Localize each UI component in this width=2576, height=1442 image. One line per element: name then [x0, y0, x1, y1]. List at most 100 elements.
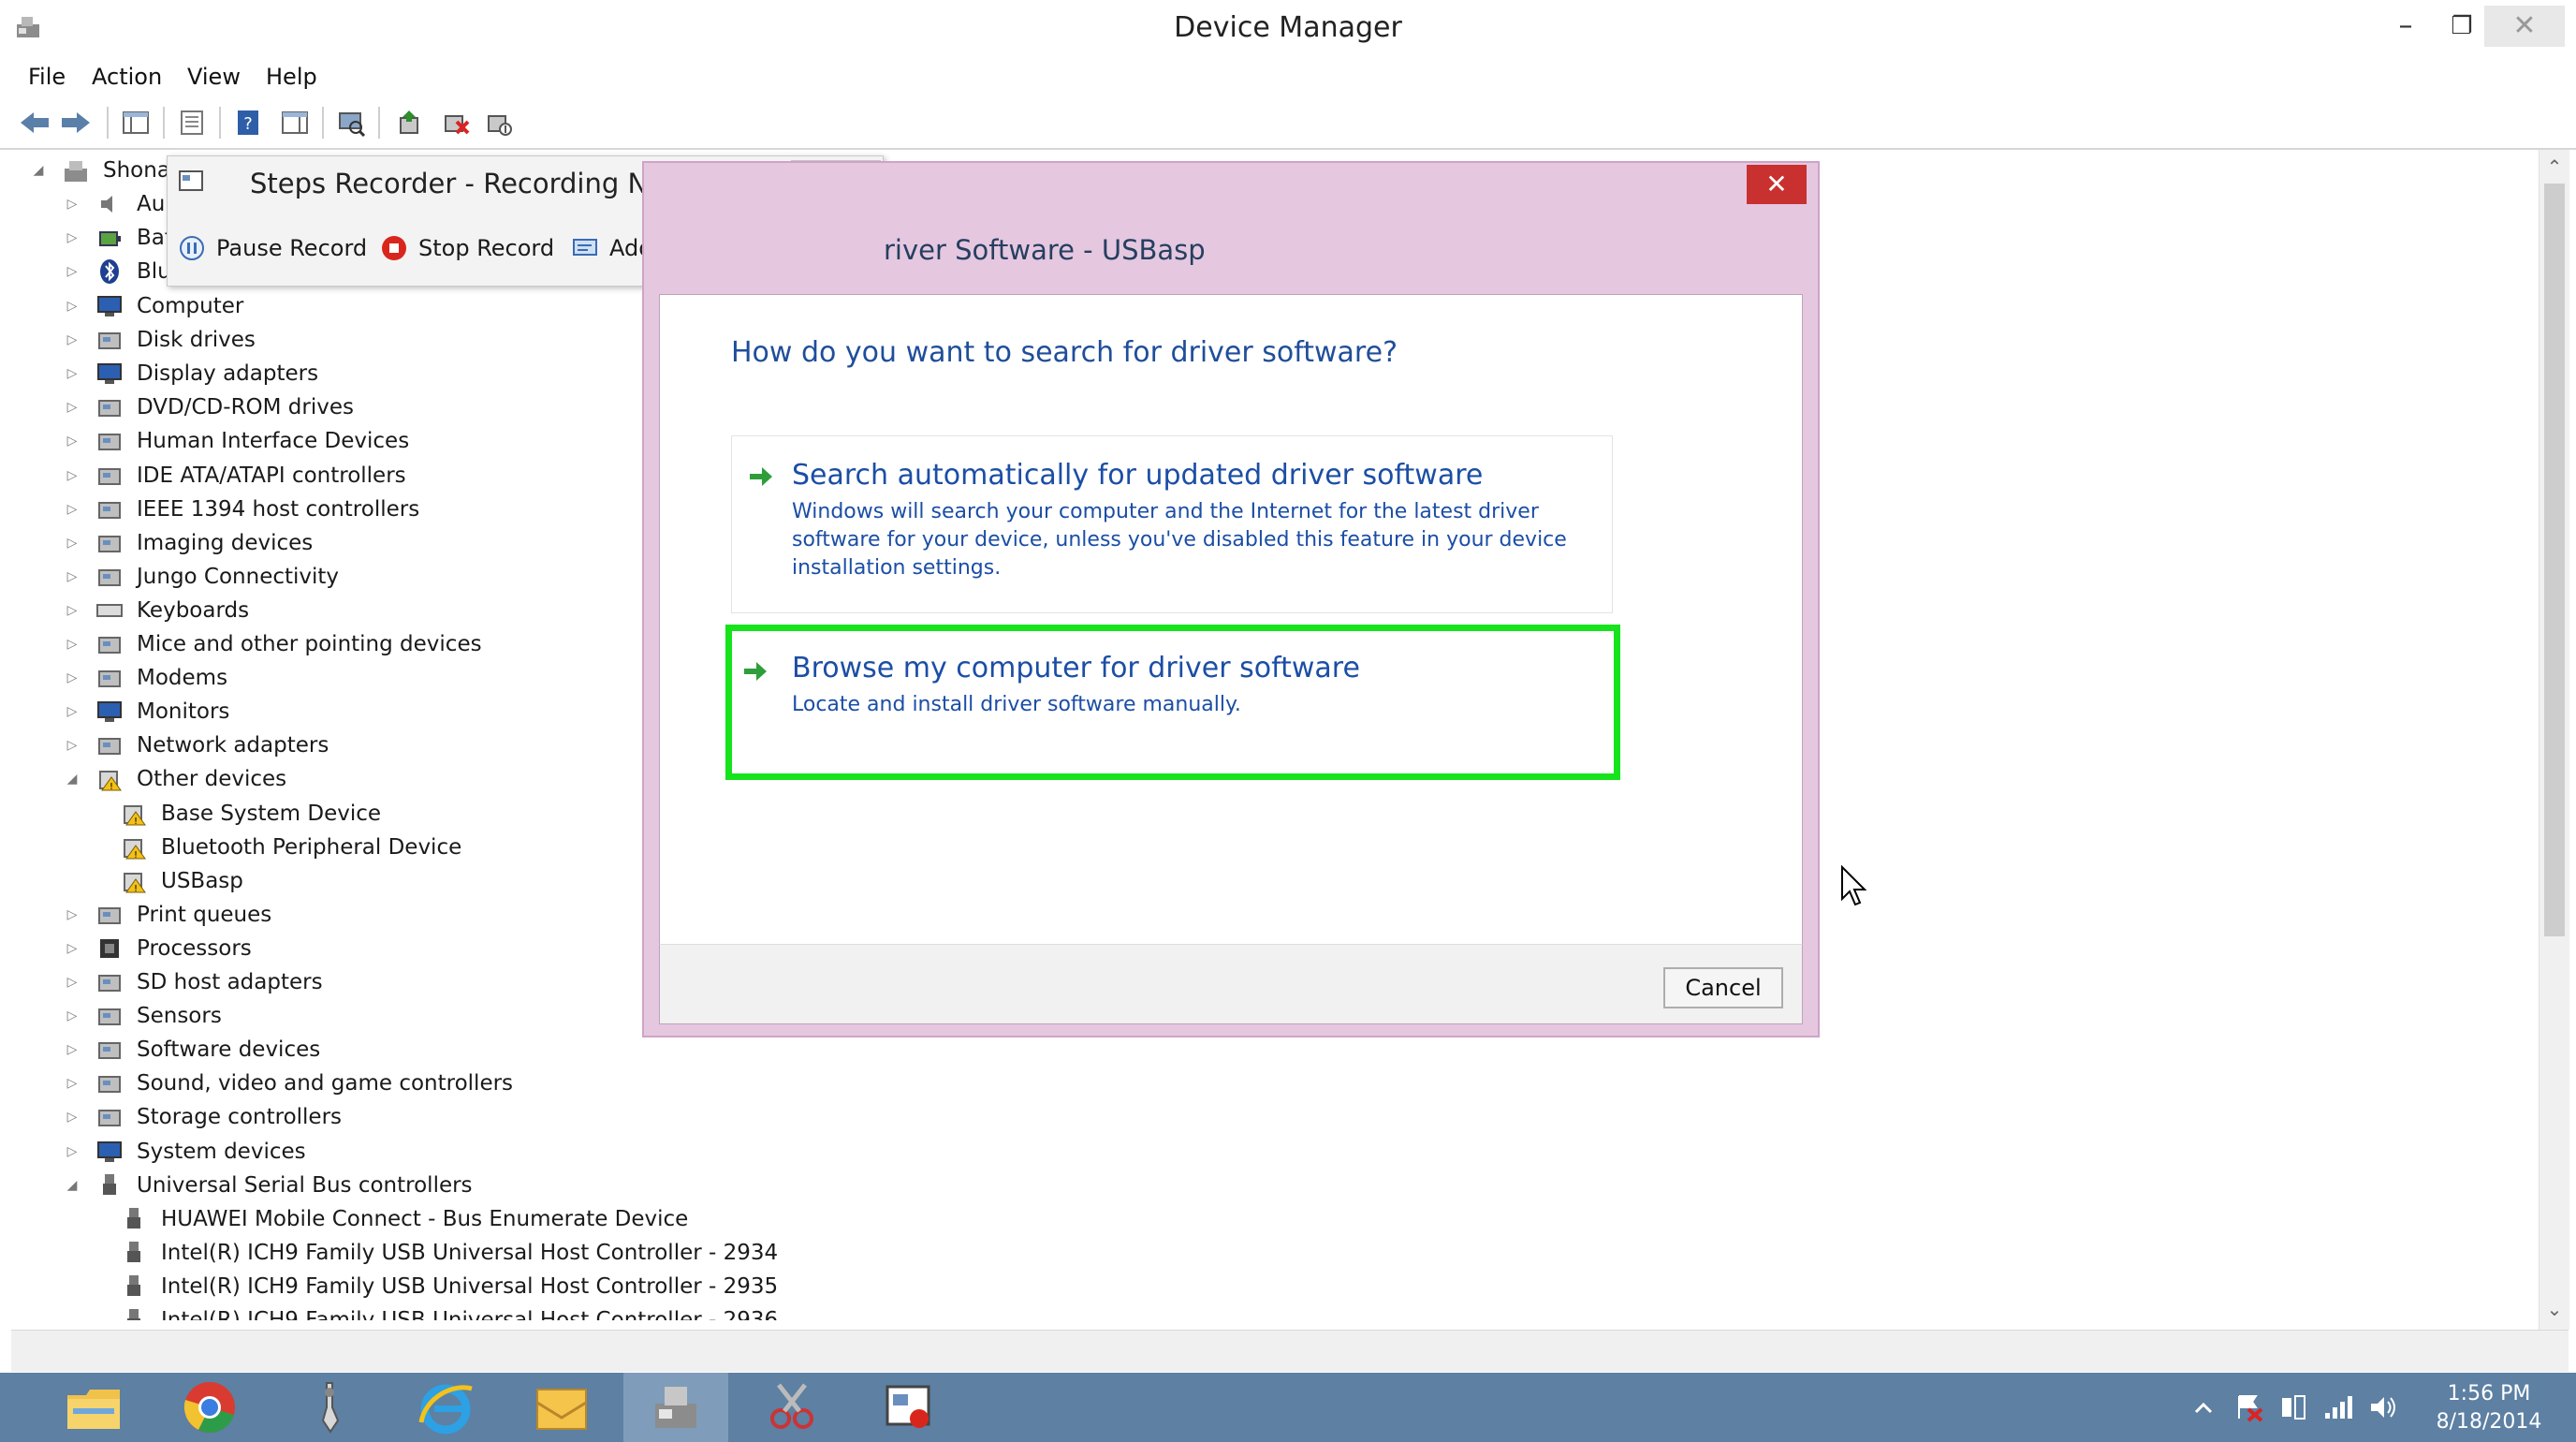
expand-arrow-icon[interactable]: ▷ [64, 196, 80, 213]
tree-item[interactable]: ▷ Jungo Connectivity [64, 560, 339, 594]
tree-item[interactable]: ▷ SD host adapters [64, 965, 323, 999]
minimize-button[interactable]: – [2378, 6, 2434, 47]
action-center-icon[interactable] [2232, 1390, 2265, 1424]
chrome-icon[interactable] [157, 1373, 262, 1442]
menu-action[interactable]: Action [92, 58, 162, 96]
expand-arrow-icon[interactable]: ▷ [64, 399, 80, 416]
expand-arrow-icon[interactable]: ▷ [64, 298, 80, 315]
tree-item[interactable]: ◢ Universal Serial Bus controllers [64, 1169, 473, 1202]
expand-arrow-icon[interactable]: ▷ [64, 1075, 80, 1092]
update-driver-dialog[interactable]: ✕ river Software - USBasp How do you wan… [642, 161, 1867, 1037]
scroll-up-icon[interactable]: ⌃ [2539, 155, 2569, 178]
expand-arrow-icon[interactable]: ▷ [64, 365, 80, 382]
tree-item[interactable]: ▷ Imaging devices [64, 526, 314, 560]
close-button[interactable]: ✕ [2484, 6, 2565, 47]
menu-file[interactable]: File [28, 58, 66, 96]
properties-icon[interactable] [174, 105, 210, 140]
usb-device-item[interactable]: Intel(R) ICH9 Family USB Universal Host … [120, 1303, 778, 1320]
tree-item[interactable]: ▷ Network adapters [64, 728, 329, 762]
collapse-arrow-icon[interactable]: ◢ [64, 771, 80, 787]
expand-arrow-icon[interactable]: ▷ [64, 636, 80, 653]
usb-device-item[interactable]: HUAWEI Mobile Connect - Bus Enumerate De… [120, 1202, 688, 1236]
tree-item[interactable]: ▷ Modems [64, 661, 227, 695]
expand-arrow-icon[interactable]: ▷ [64, 974, 80, 991]
expand-arrow-icon[interactable]: ▷ [64, 1008, 80, 1024]
tree-item[interactable]: ▷ Software devices [64, 1033, 321, 1067]
scroll-thumb[interactable] [2544, 184, 2565, 936]
restore-button[interactable]: ❐ [2434, 6, 2490, 47]
expand-arrow-icon[interactable]: ▷ [64, 1143, 80, 1160]
forward-icon[interactable] [58, 105, 94, 140]
tree-item[interactable]: ▷ IDE ATA/ATAPI controllers [64, 459, 406, 493]
cancel-button[interactable]: Cancel [1663, 967, 1783, 1008]
search-automatically-option[interactable]: Search automatically for updated driver … [731, 435, 1613, 613]
expand-arrow-icon[interactable]: ▷ [64, 906, 80, 923]
volume-icon[interactable] [2366, 1390, 2400, 1424]
show-hide-console-tree-icon[interactable] [118, 105, 154, 140]
other-device-item[interactable]: ! USBasp [120, 864, 243, 898]
tree-item[interactable]: ▷ Disk drives [64, 323, 256, 357]
expand-arrow-icon[interactable]: ▷ [64, 1041, 80, 1058]
steps-recorder-icon[interactable] [856, 1373, 960, 1442]
update-driver-icon[interactable] [391, 105, 427, 140]
device-manager-icon[interactable] [623, 1373, 728, 1442]
collapse-arrow-icon[interactable]: ◢ [64, 1177, 80, 1194]
stop-record-button[interactable]: Stop Record [379, 228, 554, 269]
show-action-pane-icon[interactable] [277, 105, 313, 140]
expand-arrow-icon[interactable]: ▷ [64, 535, 80, 552]
uninstall-icon[interactable] [438, 105, 474, 140]
tree-root[interactable]: ◢ ShonaI [30, 154, 177, 187]
tree-item[interactable]: ▷ IEEE 1394 host controllers [64, 493, 420, 526]
expand-arrow-icon[interactable]: ▷ [64, 602, 80, 619]
expand-arrow-icon[interactable]: ▷ [64, 263, 80, 280]
dialog-close-button[interactable]: ✕ [1747, 165, 1807, 204]
expand-arrow-icon[interactable]: ▷ [64, 433, 80, 449]
expand-arrow-icon[interactable]: ▷ [64, 737, 80, 754]
menu-help[interactable]: Help [266, 58, 317, 96]
file-explorer-icon[interactable] [41, 1373, 146, 1442]
tree-item-bluetooth[interactable]: ▷ Blu [64, 255, 171, 288]
expand-arrow-icon[interactable]: ▷ [64, 703, 80, 720]
tree-item[interactable]: ▷ Sound, video and game controllers [64, 1067, 513, 1100]
tree-item-audio[interactable]: ▷ Au [64, 187, 166, 221]
tree-item[interactable]: ▷ Storage controllers [64, 1100, 342, 1134]
tree-item[interactable]: ▷ Monitors [64, 695, 230, 728]
snipping-icon[interactable] [739, 1373, 844, 1442]
tree-item[interactable]: ▷ Human Interface Devices [64, 424, 410, 458]
help-icon[interactable]: ? [230, 105, 266, 140]
pause-record-button[interactable]: Pause Record [177, 228, 367, 269]
taskbar-clock[interactable]: 1:56 PM 8/18/2014 [2419, 1380, 2559, 1436]
other-device-item[interactable]: ! Bluetooth Peripheral Device [120, 831, 461, 864]
usb-device-item[interactable]: Intel(R) ICH9 Family USB Universal Host … [120, 1236, 778, 1270]
folder-app-icon[interactable] [509, 1373, 614, 1442]
other-device-item[interactable]: ! Base System Device [120, 797, 381, 831]
expand-arrow-icon[interactable]: ▷ [64, 568, 80, 585]
collapse-arrow-icon[interactable]: ◢ [30, 162, 47, 179]
disable-device-icon[interactable] [481, 105, 517, 140]
scan-hardware-icon[interactable] [333, 105, 369, 140]
expand-arrow-icon[interactable]: ▷ [64, 1109, 80, 1126]
usb-device-item[interactable]: Intel(R) ICH9 Family USB Universal Host … [120, 1270, 778, 1303]
expand-arrow-icon[interactable]: ▷ [64, 331, 80, 348]
vertical-scrollbar[interactable]: ⌃ ⌄ [2539, 150, 2569, 1330]
signal-strength-icon[interactable] [2321, 1390, 2355, 1424]
back-icon[interactable] [17, 105, 52, 140]
tree-item[interactable]: ◢! Other devices [64, 762, 287, 796]
tree-item[interactable]: ▷ Mice and other pointing devices [64, 627, 482, 661]
show-hidden-icons-icon[interactable] [2187, 1390, 2220, 1424]
tree-item[interactable]: ▷ DVD/CD-ROM drives [64, 390, 354, 424]
menu-view[interactable]: View [187, 58, 241, 96]
tool-icon[interactable] [277, 1373, 382, 1442]
browse-my-computer-option[interactable]: Browse my computer for driver software L… [725, 625, 1620, 780]
tree-item[interactable]: ▷ Keyboards [64, 594, 250, 627]
expand-arrow-icon[interactable]: ▷ [64, 940, 80, 957]
expand-arrow-icon[interactable]: ▷ [64, 467, 80, 484]
expand-arrow-icon[interactable]: ▷ [64, 670, 80, 686]
tree-item-batteries[interactable]: ▷ Bat [64, 221, 173, 255]
tree-item[interactable]: ▷ Print queues [64, 898, 272, 932]
scroll-down-icon[interactable]: ⌄ [2539, 1298, 2569, 1320]
tree-item[interactable]: ▷ Sensors [64, 999, 222, 1033]
expand-arrow-icon[interactable]: ▷ [64, 229, 80, 246]
tree-item[interactable]: ▷ Display adapters [64, 357, 318, 390]
expand-arrow-icon[interactable]: ▷ [64, 501, 80, 518]
